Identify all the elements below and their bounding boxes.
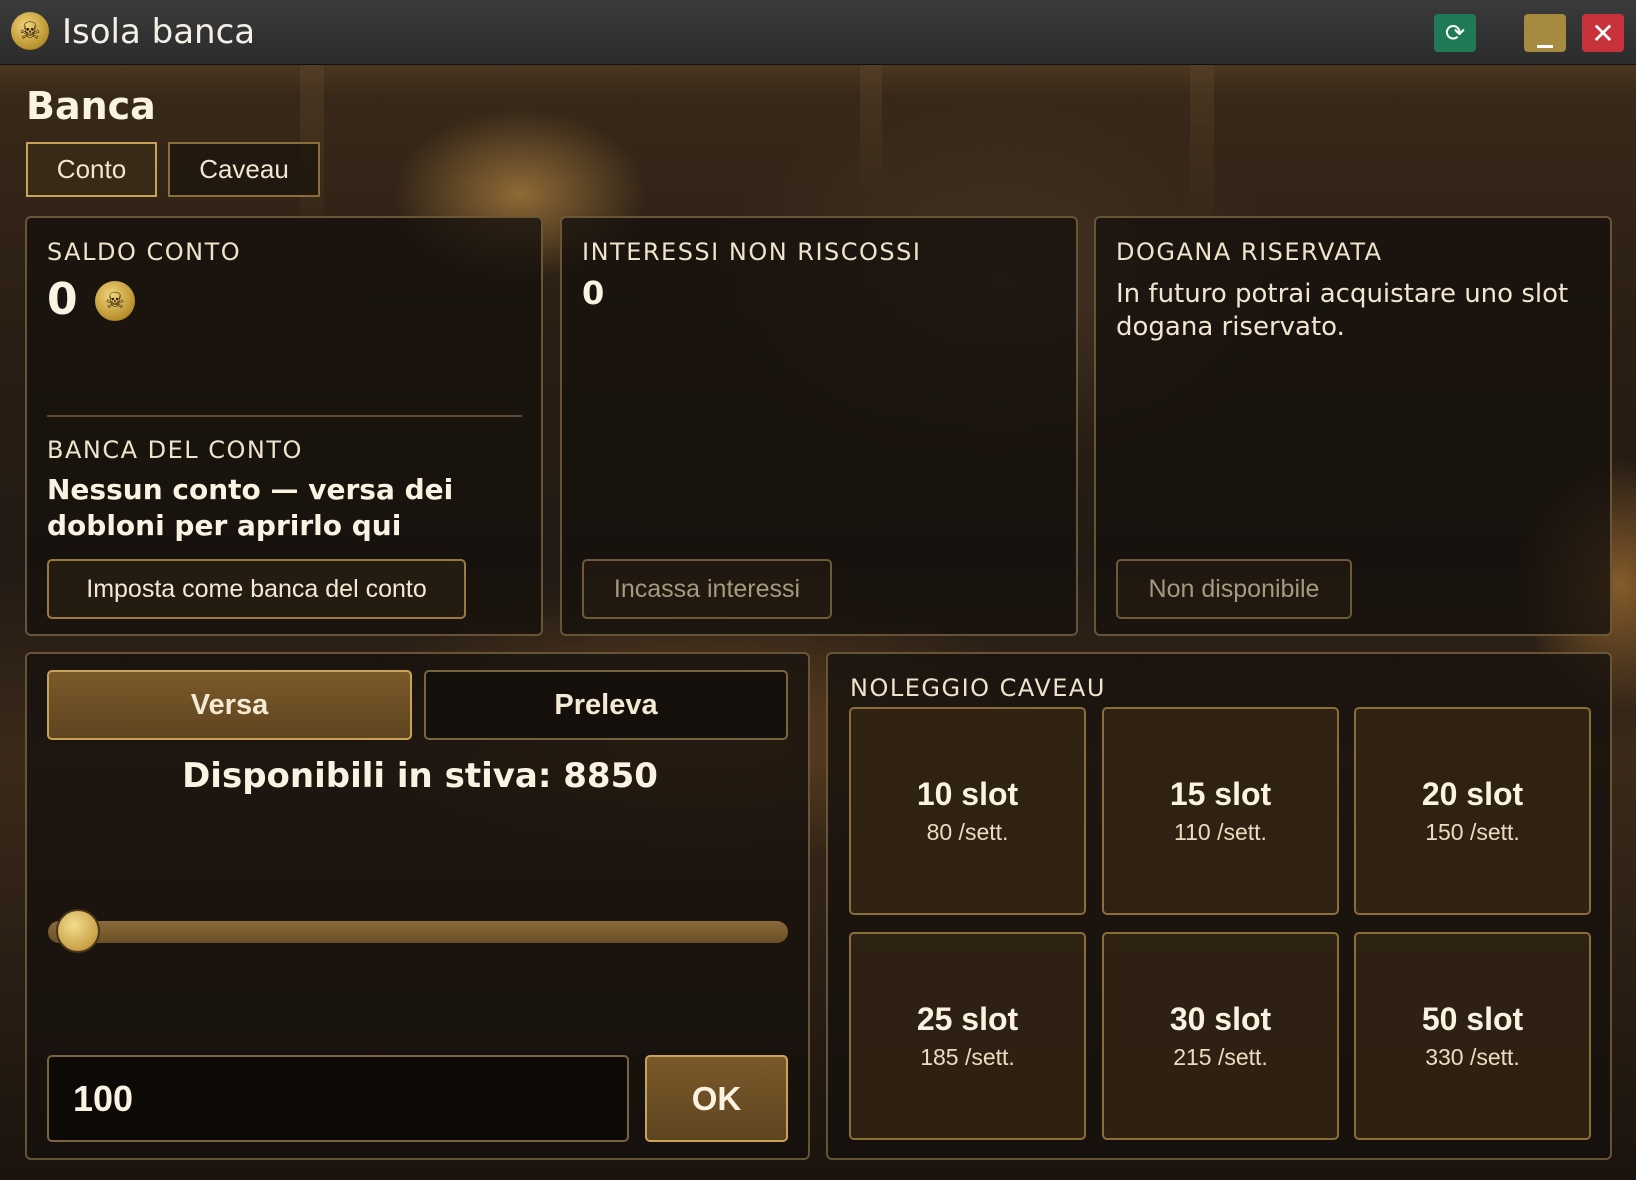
tab-caveau[interactable]: Caveau	[168, 142, 320, 197]
tab-conto[interactable]: Conto	[26, 142, 157, 197]
vault-slots: 30 slot	[1169, 1001, 1272, 1037]
customs-text: In futuro potrai acquistare uno slot dog…	[1116, 279, 1569, 342]
vault-price: 150 /sett.	[1425, 819, 1520, 845]
vault-option-25[interactable]: 25 slot 185 /sett.	[849, 932, 1086, 1140]
refresh-button[interactable]: ⟳	[1434, 14, 1476, 52]
customs-unavailable-button[interactable]: Non disponibile	[1116, 559, 1352, 619]
vault-price: 330 /sett.	[1425, 1044, 1520, 1070]
window-title: Isola banca	[62, 12, 256, 52]
available-in-hold: Disponibili in stiva: 8850	[182, 756, 658, 796]
vault-option-10[interactable]: 10 slot 80 /sett.	[849, 707, 1086, 915]
vault-slots: 25 slot	[916, 1001, 1019, 1037]
close-button[interactable]: ✕	[1582, 14, 1624, 52]
account-bank-label: BANCA DEL CONTO	[47, 436, 303, 464]
collect-interest-button[interactable]: Incassa interessi	[582, 559, 832, 619]
vault-option-50[interactable]: 50 slot 330 /sett.	[1354, 932, 1591, 1140]
skull-coin-icon: ☠	[11, 12, 49, 50]
balance-label: SALDO CONTO	[47, 238, 242, 266]
customs-panel: DOGANA RISERVATA In futuro potrai acquis…	[1094, 216, 1612, 636]
vault-option-15[interactable]: 15 slot 110 /sett.	[1102, 707, 1339, 915]
interest-value: 0	[582, 274, 605, 312]
interest-label: INTERESSI NON RISCOSSI	[582, 238, 922, 266]
vault-slots: 50 slot	[1421, 1001, 1524, 1037]
deposit-toggle[interactable]: Versa	[47, 670, 412, 740]
vault-option-30[interactable]: 30 slot 215 /sett.	[1102, 932, 1339, 1140]
refresh-icon: ⟳	[1444, 19, 1466, 47]
amount-slider-thumb[interactable]	[56, 909, 100, 953]
bank-window: ☠ Isola banca ⟳ ✕ Banca Conto Caveau SAL…	[0, 0, 1636, 1180]
vault-price: 110 /sett.	[1174, 819, 1267, 845]
set-account-bank-button[interactable]: Imposta come banca del conto	[47, 559, 466, 619]
ok-button[interactable]: OK	[645, 1055, 788, 1142]
vault-rental-label: NOLEGGIO CAVEAU	[850, 674, 1106, 702]
vault-slots: 10 slot	[916, 776, 1019, 812]
customs-label: DOGANA RISERVATA	[1116, 238, 1383, 266]
title-bar: ☠ Isola banca ⟳ ✕	[0, 0, 1636, 65]
balance-panel: SALDO CONTO 0 ☠ BANCA DEL CONTO Nessun c…	[25, 216, 543, 636]
amount-slider-track[interactable]	[48, 921, 788, 943]
vault-option-20[interactable]: 20 slot 150 /sett.	[1354, 707, 1591, 915]
vault-price: 80 /sett.	[926, 819, 1009, 845]
vault-price: 185 /sett.	[920, 1044, 1015, 1070]
doubloon-icon: ☠	[95, 281, 135, 321]
minimize-icon	[1537, 45, 1553, 48]
page-title: Banca	[26, 84, 156, 128]
close-icon: ✕	[1591, 17, 1615, 49]
vault-slots: 15 slot	[1169, 776, 1272, 812]
balance-value: 0	[47, 274, 78, 325]
withdraw-toggle[interactable]: Preleva	[424, 670, 788, 740]
interest-panel: INTERESSI NON RISCOSSI 0 Incassa interes…	[560, 216, 1078, 636]
account-bank-value: Nessun conto — versa dei dobloni per apr…	[47, 473, 454, 542]
vault-slots: 20 slot	[1421, 776, 1524, 812]
minimize-button[interactable]	[1524, 14, 1566, 52]
divider	[47, 415, 522, 417]
amount-input[interactable]	[47, 1055, 629, 1142]
vault-price: 215 /sett.	[1173, 1044, 1268, 1070]
